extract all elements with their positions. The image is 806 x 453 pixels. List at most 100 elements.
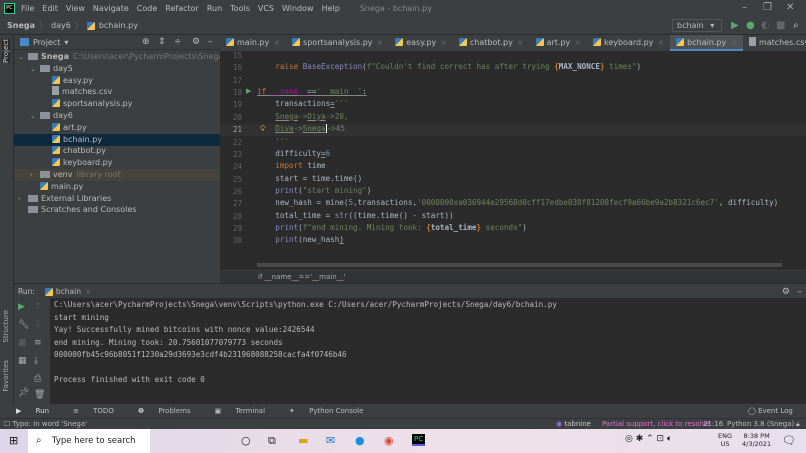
menu-run[interactable]: Run <box>207 4 222 13</box>
tree-item[interactable]: sportsanalysis.py <box>14 98 220 110</box>
tree-item[interactable]: chatbot.py <box>14 145 220 157</box>
pycharm-taskbar-icon[interactable]: PC <box>412 434 426 446</box>
chrome-icon[interactable]: ◉ <box>384 434 394 447</box>
code-line[interactable]: difficulty=6 <box>257 149 330 158</box>
tree-item[interactable]: ⌄ day5 <box>14 63 220 75</box>
trash-icon[interactable]: 🗑︎ <box>34 390 45 400</box>
event-log-button[interactable]: ◯ Event Log <box>748 407 793 415</box>
expand-all-icon[interactable]: ⇕ <box>158 37 166 47</box>
code-line[interactable]: print(f"end mining. Mining took: {total_… <box>257 223 527 232</box>
close-tab-icon[interactable]: × <box>657 38 664 47</box>
code-line[interactable]: total_time = str((time.time() - start)) <box>257 211 453 220</box>
tree-item[interactable]: Scratches and Consoles <box>14 204 220 216</box>
code-line[interactable]: raise BaseException(f"Couldn't find corr… <box>257 62 641 71</box>
tree-item[interactable]: ⌄ Snega C:\Users\acer\PycharmProjects\Sneg… <box>14 51 223 63</box>
taskbar-search[interactable]: ⌕ Type here to search <box>28 429 150 453</box>
project-view-dropdown[interactable]: Project <box>33 38 60 47</box>
maximize-icon[interactable]: ❐ <box>763 2 772 13</box>
tree-item[interactable]: bchain.py <box>14 133 220 146</box>
layout-icon[interactable]: ▦ <box>18 356 27 366</box>
chevron-right-icon[interactable]: › <box>30 169 40 181</box>
tree-item[interactable]: matches.csv <box>14 86 220 98</box>
code-line[interactable]: Snega->Diya->20, <box>257 112 348 121</box>
language-indicator[interactable]: ENG US <box>718 432 732 448</box>
horizontal-scrollbar[interactable] <box>257 263 782 267</box>
chevron-down-icon[interactable]: ⌄ <box>30 63 40 75</box>
tab-keyboard-py[interactable]: keyboard.py × <box>587 35 670 51</box>
code-editor[interactable]: 15 16 raise BaseException(f"Couldn't find… <box>220 51 806 270</box>
code-line[interactable]: new_hash = mine(5,transactions,'0000000x… <box>257 198 778 207</box>
code-line[interactable]: if __name__=='__main__': <box>257 87 367 96</box>
tab-easy-py[interactable]: easy.py × <box>389 35 453 51</box>
mail-icon[interactable]: ✉ <box>326 434 335 447</box>
tab-sportsanalysis-py[interactable]: sportsanalysis.py × <box>286 35 389 51</box>
editor-breadcrumb[interactable]: if __name__=='__main__' <box>220 270 806 283</box>
menu-edit[interactable]: Edit <box>42 4 58 13</box>
run-gutter-icon[interactable]: ▶ <box>246 87 251 95</box>
tab-chatbot-py[interactable]: chatbot.py × <box>453 35 530 51</box>
breadcrumb-file[interactable]: bchain.py <box>99 21 138 30</box>
hide-icon[interactable]: – <box>798 287 803 297</box>
close-tab-icon[interactable]: × <box>85 287 91 296</box>
project-tool-button[interactable]: Project <box>2 39 10 63</box>
coverage-icon[interactable]: ◐ <box>761 20 770 31</box>
wrench-icon[interactable]: 🔧︎ <box>18 320 29 330</box>
print-icon[interactable]: ⎙ <box>34 374 41 384</box>
tab-bchain-py[interactable]: bchain.py × <box>670 35 743 51</box>
task-view-icon[interactable]: ⧉ <box>268 434 276 448</box>
collapse-all-icon[interactable]: ÷ <box>174 37 182 47</box>
gear-icon[interactable]: ⚙ <box>782 287 790 297</box>
code-line[interactable]: print("start mining") <box>257 186 371 195</box>
tree-item[interactable]: ⌄ day6 <box>14 110 220 122</box>
favorites-tool-button[interactable]: Favorites <box>2 360 10 392</box>
gear-icon[interactable]: ⚙ <box>192 37 200 47</box>
menu-view[interactable]: View <box>66 4 85 13</box>
code-line[interactable]: transactions=''' <box>257 99 348 108</box>
close-tab-icon[interactable]: × <box>730 38 737 47</box>
notifications-icon[interactable]: 🗨︎ <box>782 434 796 447</box>
close-icon[interactable]: ✕ <box>786 2 794 13</box>
edge-icon[interactable]: ● <box>355 434 365 447</box>
close-tab-icon[interactable]: × <box>273 38 280 47</box>
tool-tab-terminal[interactable]: ▣ Terminal <box>215 407 277 415</box>
file-explorer-icon[interactable]: ▬ <box>298 434 308 447</box>
up-icon[interactable]: ↑ <box>34 302 42 312</box>
code-line[interactable]: start = time.time() <box>257 174 362 183</box>
windows-start-icon[interactable]: ⊞ <box>9 434 18 447</box>
structure-tool-button[interactable]: Structure <box>2 310 10 343</box>
run-tab-bchain[interactable]: bchain <box>56 287 81 296</box>
menu-vcs[interactable]: VCS <box>258 4 274 13</box>
code-line[interactable]: print(new_hash) <box>257 235 344 244</box>
run-config-dropdown[interactable]: bchain ▾ <box>672 19 722 32</box>
search-icon[interactable]: ⌕ <box>793 20 799 31</box>
close-tab-icon[interactable]: × <box>440 38 447 47</box>
menu-help[interactable]: Help <box>322 4 340 13</box>
tab-art-py[interactable]: art.py × <box>530 35 587 51</box>
chevron-down-icon[interactable]: ⌄ <box>30 110 40 122</box>
breadcrumb-project[interactable]: Snega <box>7 21 35 30</box>
menu-window[interactable]: Window <box>282 4 314 13</box>
tab-matches-csv[interactable]: matches.csv× <box>743 35 806 51</box>
hide-icon[interactable]: – <box>208 37 213 47</box>
scroll-to-end-icon[interactable]: ⤓ <box>34 356 38 366</box>
menu-navigate[interactable]: Navigate <box>93 4 129 13</box>
rerun-icon[interactable]: ▶ <box>18 302 25 312</box>
close-tab-icon[interactable]: × <box>377 38 384 47</box>
tray-icons[interactable]: ◎ ✱ ⌃ ⊡ 🔈︎ <box>625 434 672 444</box>
breadcrumb-folder[interactable]: day6 <box>51 21 71 30</box>
code-line[interactable]: import time <box>257 161 325 170</box>
chevron-down-icon[interactable]: ⌄ <box>18 51 28 63</box>
soft-wrap-icon[interactable]: ≡ <box>34 338 42 348</box>
menu-refactor[interactable]: Refactor <box>165 4 199 13</box>
menu-code[interactable]: Code <box>137 4 157 13</box>
tool-tab-todo[interactable]: ≡ TODO <box>73 407 126 415</box>
minimize-icon[interactable]: – <box>742 2 747 13</box>
tab-main-py[interactable]: main.py × <box>220 35 286 51</box>
tree-item[interactable]: › External Libraries <box>14 193 220 205</box>
down-icon[interactable]: ↓ <box>34 320 42 330</box>
tree-item[interactable]: easy.py <box>14 75 220 87</box>
close-tab-icon[interactable]: × <box>574 38 581 47</box>
tool-tab-problems[interactable]: ❶ Problems <box>138 407 203 415</box>
run-icon[interactable]: ▶ <box>731 20 739 31</box>
menu-file[interactable]: File <box>21 4 34 13</box>
